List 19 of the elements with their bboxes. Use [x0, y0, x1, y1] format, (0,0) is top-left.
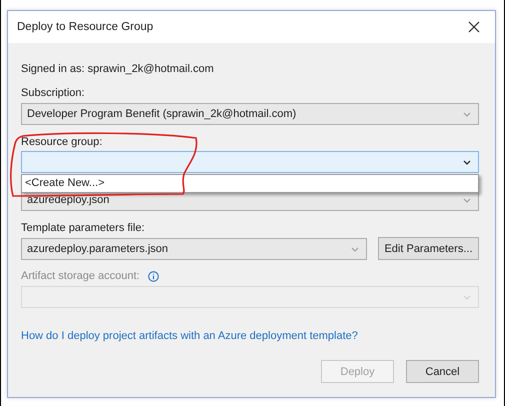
edit-parameters-button[interactable]: Edit Parameters... [378, 237, 479, 260]
chevron-icon [463, 198, 471, 202]
close-icon[interactable] [468, 21, 480, 33]
subscription-dropdown[interactable]: Developer Program Benefit (sprawin_2k@hotmail.com) [21, 103, 479, 125]
chevron-icon [351, 246, 359, 252]
chevron-icon [463, 112, 471, 116]
dropdown-option[interactable]: <Create New...> [22, 175, 478, 192]
template-parameters-dropdown[interactable]: azuredeploy.parameters.json [21, 238, 367, 260]
field-label: Subscription: [21, 86, 86, 100]
signed-in-text: Signed in as: sprawin_2k@hotmail.com [21, 62, 215, 77]
field-label: Template parameters file: [21, 221, 146, 235]
window-title: Deploy to Resource Group [17, 21, 154, 33]
field-label: Artifact storage account: [21, 269, 140, 283]
info-icon[interactable] [148, 270, 159, 282]
cancel-button[interactable]: Cancel [406, 360, 479, 383]
chevron-icon [463, 294, 471, 300]
chevron-icon [463, 160, 471, 164]
field-label: Resource group: [21, 135, 104, 149]
help-link[interactable]: How do I deploy project artifacts with an Azure deployment template? [21, 328, 358, 344]
